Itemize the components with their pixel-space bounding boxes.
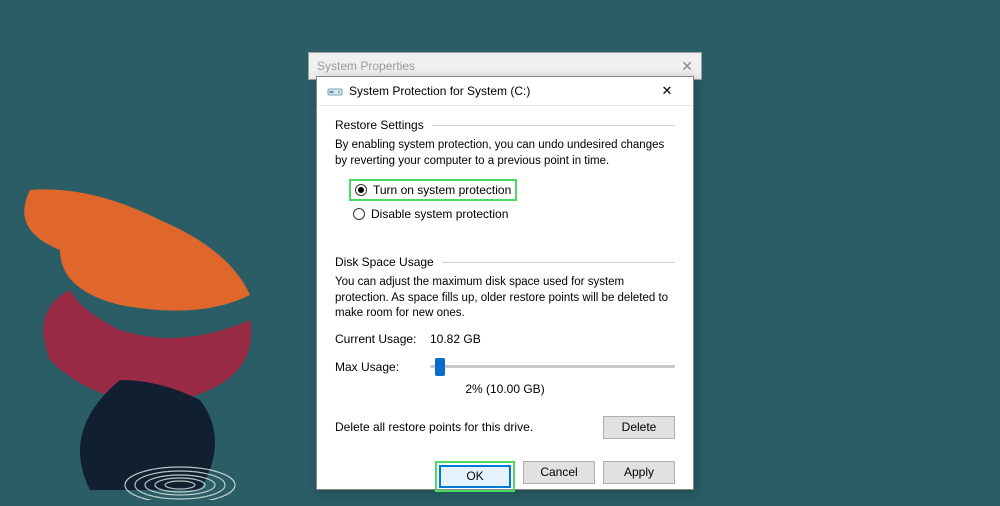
current-usage-value: 10.82 GB xyxy=(430,332,481,346)
max-usage-row: Max Usage: xyxy=(335,360,675,374)
ok-highlight: OK xyxy=(435,461,515,492)
system-protection-dialog: System Protection for System (C:) ✕ Rest… xyxy=(316,76,694,490)
current-usage-row: Current Usage: 10.82 GB xyxy=(335,332,675,346)
max-usage-label: Max Usage: xyxy=(335,360,430,374)
close-button[interactable]: ✕ xyxy=(647,77,687,105)
radio-unselected-icon xyxy=(353,208,365,220)
disk-usage-header: Disk Space Usage xyxy=(335,255,675,269)
radio-disable-label: Disable system protection xyxy=(371,207,508,221)
max-usage-slider[interactable] xyxy=(430,365,675,368)
slider-value-text: 2% (10.00 GB) xyxy=(335,382,675,396)
slider-thumb[interactable] xyxy=(435,358,445,376)
ok-button[interactable]: OK xyxy=(439,465,511,488)
delete-row: Delete all restore points for this drive… xyxy=(335,416,675,439)
desktop-wallpaper-art xyxy=(0,180,350,500)
apply-button[interactable]: Apply xyxy=(603,461,675,484)
delete-button[interactable]: Delete xyxy=(603,416,675,439)
radio-turn-on-protection[interactable]: Turn on system protection xyxy=(355,183,511,197)
radio-turn-on-label: Turn on system protection xyxy=(373,183,511,197)
dialog-button-bar: OK Cancel Apply xyxy=(317,451,693,506)
restore-settings-header: Restore Settings xyxy=(335,118,675,132)
parent-window-title: System Properties xyxy=(317,59,415,73)
disk-usage-description: You can adjust the maximum disk space us… xyxy=(335,275,675,322)
radio-disable-protection[interactable]: Disable system protection xyxy=(353,207,675,221)
dialog-content: Restore Settings By enabling system prot… xyxy=(317,106,693,451)
drive-icon xyxy=(327,83,343,99)
cancel-button[interactable]: Cancel xyxy=(523,461,595,484)
dialog-title: System Protection for System (C:) xyxy=(349,84,647,98)
dialog-titlebar: System Protection for System (C:) ✕ xyxy=(317,77,693,106)
turn-on-highlight: Turn on system protection xyxy=(349,179,517,201)
current-usage-label: Current Usage: xyxy=(335,332,430,346)
delete-description: Delete all restore points for this drive… xyxy=(335,420,533,434)
parent-window-close-icon: ✕ xyxy=(681,58,693,75)
restore-settings-description: By enabling system protection, you can u… xyxy=(335,138,675,169)
slider-track xyxy=(430,365,675,368)
radio-selected-icon xyxy=(355,184,367,196)
close-icon: ✕ xyxy=(662,83,673,99)
